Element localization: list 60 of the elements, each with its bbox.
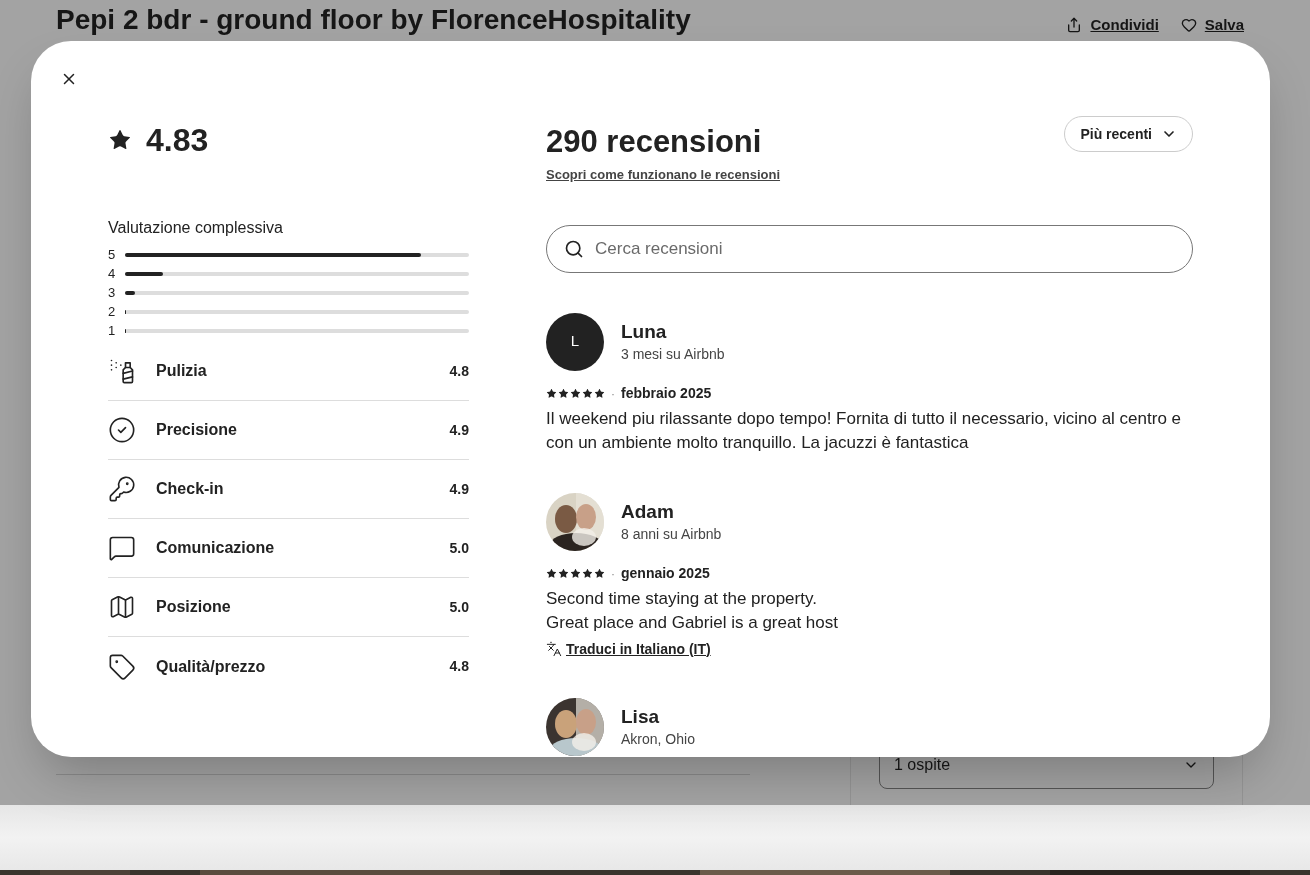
star-icon [582,388,593,399]
category-label: Precisione [156,420,238,440]
star-icon [594,568,605,579]
rating-label: 5 [108,245,116,264]
reviewer-meta: 8 anni su Airbnb [621,524,722,544]
search-field[interactable]: Cerca recensioni [546,224,1193,273]
category-score: 5.0 [449,597,469,617]
section-title: Valutazione complessiva [108,218,284,238]
category-label: Comunicazione [156,538,276,558]
star-icon [558,568,569,579]
check-circle-icon [108,416,136,444]
review-date: gennaio 2025 [621,564,710,583]
share-button[interactable]: Condividi [1066,14,1159,37]
reviews-info-link[interactable]: Scopri come funzionano le recensioni [546,165,781,185]
share-icon [1066,17,1083,34]
reviews-heading: 290 recensioni [546,123,763,161]
category-score: 4.8 [449,361,469,381]
spray-bottle-icon [108,357,136,385]
star-icon [558,388,569,399]
overall-rating: 4.83 [146,121,209,160]
rating-label: 3 [108,283,116,302]
category-score: 5.0 [449,538,469,558]
category-score: 4.8 [449,657,469,676]
separator-dot: · [611,385,615,403]
reviewer-name: Lisa [621,704,661,729]
category-label: Posizione [156,597,232,617]
category-label: Check-in [156,479,225,499]
search-icon [564,238,584,259]
heart-icon [1180,17,1197,34]
reviewer-name: Adam [621,499,675,524]
reviewer-meta: Akron, Ohio [621,729,695,749]
listing-title: Pepi 2 bdr - ground floor by FlorenceHospitality [56,3,691,37]
save-button[interactable]: Salva [1180,14,1244,37]
rating-label: 1 [108,321,116,340]
key-icon [108,475,136,503]
rating-label: 2 [108,302,116,321]
translate-icon [546,641,562,657]
review-date: febbraio 2025 [621,384,712,403]
star-icon [582,568,593,579]
star-icon [570,388,581,399]
category-score: 4.9 [449,420,469,440]
reviewer-name: Luna [621,319,668,344]
translate-link[interactable]: Traduci in Italiano (IT) [546,638,1193,660]
reviewer-meta: 3 mesi su Airbnb [621,344,725,364]
tag-icon [108,652,136,681]
category-score: 4.9 [449,479,469,499]
separator-dot: · [611,565,615,583]
avatar: L [546,312,604,371]
star-icon [594,388,605,399]
map-icon [108,593,136,621]
speech-bubble-icon [108,534,136,562]
review-text: Second time staying at the property. Great place and Gabriel is a great host [546,587,839,634]
review-text: Il weekend piu rilassante dopo tempo! Fornita di tutto il necessario, vicino al centro e con un ambiente molto tranquillo. La jacuzzi è fantastica [546,407,1182,454]
star-icon [108,128,132,152]
rating-label: 4 [108,264,116,283]
star-icon [546,568,557,579]
star-icon [546,388,557,399]
star-icon [570,568,581,579]
category-label: Qualità/prezzo [156,656,267,677]
category-label: Pulizia [156,361,208,381]
